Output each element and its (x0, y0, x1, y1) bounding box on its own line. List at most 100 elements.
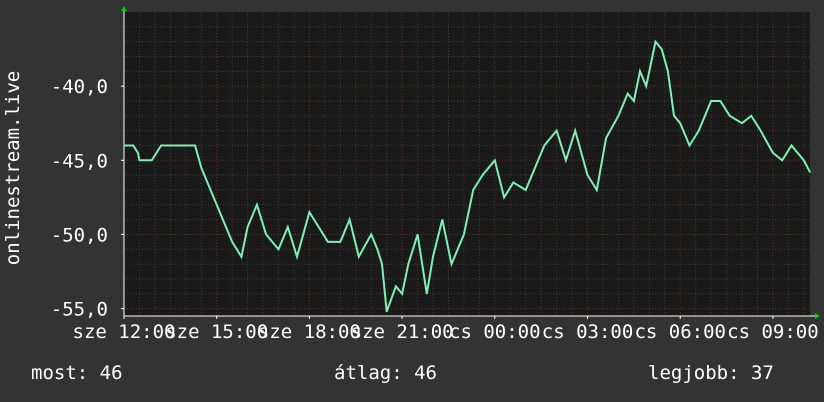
x-tick-label: sze 21:00 (351, 321, 454, 343)
data-point (395, 285, 397, 287)
data-point (216, 204, 218, 206)
data-point (627, 92, 629, 95)
stat-best-value: 37 (750, 362, 774, 384)
data-point (160, 144, 162, 147)
data-point (481, 174, 484, 176)
data-point (348, 219, 351, 221)
data-point (432, 256, 434, 258)
x-tick-label: cs 03:00 (542, 321, 634, 343)
stat-current-value: 46 (99, 362, 123, 384)
data-point (247, 226, 249, 228)
data-point (534, 167, 536, 169)
x-tick-label: sze 15:00 (165, 321, 268, 343)
data-point (667, 70, 669, 72)
data-point (426, 293, 428, 295)
data-point (654, 41, 657, 43)
y-tick-label: -40,0 (51, 76, 108, 98)
data-point (441, 219, 443, 221)
data-point (750, 115, 752, 117)
data-point (472, 189, 474, 191)
data-point (556, 130, 558, 132)
x-tick-label: cs 00:00 (449, 321, 541, 343)
stat-best-label: legjobb: (648, 362, 740, 384)
data-point (339, 241, 341, 243)
data-point (494, 159, 496, 161)
data-point (633, 100, 635, 102)
y-tick-label: -50,0 (51, 224, 108, 246)
data-point (401, 293, 403, 295)
data-point (370, 233, 372, 236)
data-point (287, 226, 289, 228)
plot-area (124, 12, 810, 316)
data-point (386, 310, 388, 313)
data-point (698, 130, 700, 132)
data-point (327, 241, 329, 243)
data-point (381, 263, 383, 265)
y-tick-label: -55,0 (51, 299, 108, 321)
x-tick-label: sze 18:00 (258, 321, 361, 343)
data-point (308, 211, 311, 213)
x-tick-label: cs 06:00 (634, 321, 726, 343)
data-point (512, 181, 514, 184)
data-point (661, 48, 663, 50)
stat-current-label: most: (31, 362, 89, 384)
chart-stage: -40,0 -45,0 -50,0 -55,0 sze 12:00 sze 15:00 sz… (0, 0, 824, 402)
data-point (463, 233, 465, 236)
x-tick-label: cs 09:00 (727, 321, 819, 343)
data-point (605, 137, 607, 139)
data-point (416, 233, 419, 236)
data-point (194, 144, 196, 147)
y-tick-label: -45,0 (51, 150, 108, 172)
data-point (781, 159, 783, 161)
y-axis-arrow (121, 6, 127, 11)
data-point (645, 85, 647, 87)
data-point (729, 115, 731, 117)
data-point (265, 233, 267, 236)
data-point (809, 171, 811, 173)
x-tick-label: sze 12:00 (73, 321, 176, 343)
data-point (803, 159, 805, 161)
data-point (617, 115, 620, 117)
data-point (543, 144, 545, 147)
data-point (759, 130, 762, 132)
data-point (318, 226, 320, 228)
data-point (574, 130, 576, 132)
stat-average-label: átlag: (334, 362, 403, 384)
data-point (651, 55, 654, 58)
data-point (503, 196, 505, 198)
data-point (231, 241, 233, 243)
data-point (132, 144, 134, 147)
data-point (790, 144, 793, 147)
data-point (138, 159, 141, 161)
data-point (123, 144, 125, 147)
data-point (358, 256, 360, 258)
data-point (586, 174, 589, 176)
data-point (688, 144, 691, 147)
stat-current: most: 46 (31, 362, 123, 384)
data-point (719, 100, 721, 102)
data-point (710, 100, 712, 102)
data-point (277, 248, 280, 250)
data-point (240, 256, 243, 258)
data-point (256, 204, 258, 206)
data-point (450, 263, 453, 265)
data-point (185, 144, 187, 147)
data-point (673, 115, 675, 117)
data-point (407, 263, 409, 265)
data-point (679, 122, 681, 124)
data-point (200, 167, 202, 169)
x-axis-arrow (815, 313, 820, 319)
data-point (296, 256, 298, 258)
stat-average-value: 46 (414, 362, 437, 384)
data-point (376, 248, 378, 250)
data-point (596, 189, 598, 191)
data-point (151, 159, 153, 161)
data-point (137, 152, 139, 154)
stat-best: legjobb: 37 (648, 362, 774, 384)
data-point (565, 159, 567, 161)
data-point (525, 189, 527, 191)
stat-average: átlag: 46 (334, 362, 437, 384)
data-point (175, 144, 178, 147)
data-point (163, 144, 165, 147)
data-point (639, 70, 641, 72)
